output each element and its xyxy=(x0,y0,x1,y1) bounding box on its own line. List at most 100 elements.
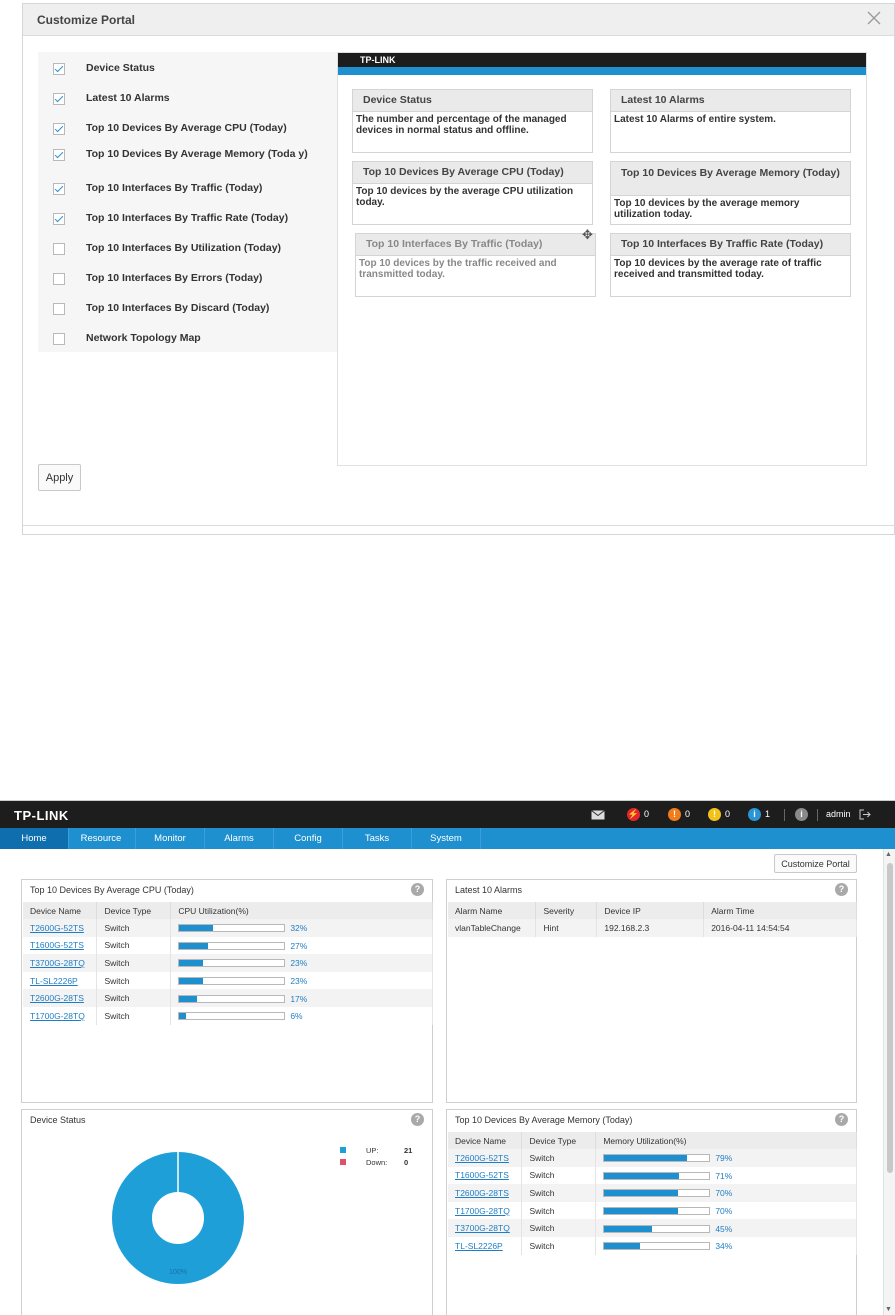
minor-alarm-icon[interactable]: ! xyxy=(708,808,721,821)
column-header[interactable]: Device Type xyxy=(96,902,172,919)
help-icon[interactable]: ? xyxy=(835,883,848,896)
utilization-bar xyxy=(603,1224,711,1233)
scroll-up-icon[interactable]: ▲ xyxy=(885,851,892,858)
device-link[interactable]: T1600G-52TS xyxy=(30,940,84,950)
table-row[interactable]: T3700G-28TQ Switch 45% xyxy=(448,1219,857,1237)
option-label: Top 10 Interfaces By Utilization (Today) xyxy=(86,242,282,254)
preview-card[interactable]: Device Status The number and percentage o… xyxy=(352,89,593,153)
table-row[interactable]: T2600G-28TS Switch 17% xyxy=(23,989,433,1007)
scroll-down-icon[interactable]: ▼ xyxy=(885,1306,892,1313)
option-checkbox[interactable] xyxy=(53,123,65,135)
utilization-cell: 17% xyxy=(170,989,433,1007)
scrollbar-thumb[interactable] xyxy=(887,863,893,1173)
alarm-table: Alarm Name Severity Device IP Alarm Time vla… xyxy=(448,902,857,937)
user-name[interactable]: admin xyxy=(826,809,851,819)
hint-alarm-icon[interactable]: i xyxy=(748,808,761,821)
table-row[interactable]: T1600G-52TS Switch 27% xyxy=(23,936,433,955)
device-link[interactable]: T1700G-28TQ xyxy=(455,1206,510,1216)
portal-option[interactable]: Latest 10 Alarms xyxy=(38,84,338,114)
option-checkbox[interactable] xyxy=(53,243,65,255)
portal-option[interactable]: Top 10 Interfaces By Traffic Rate (Today… xyxy=(38,204,338,234)
column-header[interactable]: Device IP xyxy=(596,902,705,919)
about-icon[interactable]: i xyxy=(795,808,808,821)
device-link[interactable]: T3700G-28TQ xyxy=(30,958,85,968)
option-checkbox[interactable] xyxy=(53,93,65,105)
table-row[interactable]: T2600G-52TS Switch 32% xyxy=(23,919,433,937)
table-row[interactable]: T2600G-52TS Switch 79% xyxy=(448,1149,857,1167)
help-icon[interactable]: ? xyxy=(835,1113,848,1126)
option-checkbox[interactable] xyxy=(53,149,65,161)
help-icon[interactable]: ? xyxy=(411,1113,424,1126)
device-type-cell: Switch xyxy=(521,1149,597,1167)
option-checkbox[interactable] xyxy=(53,333,65,345)
help-icon[interactable]: ? xyxy=(411,883,424,896)
nav-tab-alarms[interactable]: Alarms xyxy=(205,828,274,849)
nav-tab-home[interactable]: Home xyxy=(0,828,69,849)
option-checkbox[interactable] xyxy=(53,213,65,225)
device-link[interactable]: T2600G-28TS xyxy=(30,993,84,1003)
portal-option[interactable]: Top 10 Devices By Average Memory (Toda y… xyxy=(38,140,338,170)
device-link[interactable]: T3700G-28TQ xyxy=(455,1223,510,1233)
column-header[interactable]: Alarm Time xyxy=(703,902,857,919)
nav-tab-resource[interactable]: Resource xyxy=(67,828,136,849)
nav-tab-monitor[interactable]: Monitor xyxy=(136,828,205,849)
major-alarm-icon[interactable]: ! xyxy=(668,808,681,821)
preview-card[interactable]: Top 10 Devices By Average CPU (Today) Top… xyxy=(352,161,593,225)
customize-portal-button[interactable]: Customize Portal xyxy=(774,854,857,873)
device-link[interactable]: T2600G-52TS xyxy=(455,1153,509,1163)
table-row[interactable]: T2600G-28TS Switch 70% xyxy=(448,1184,857,1202)
apply-button[interactable]: Apply xyxy=(38,464,81,491)
critical-alarm-icon[interactable]: ⚡ xyxy=(627,808,640,821)
nav-tab-tasks[interactable]: Tasks xyxy=(343,828,412,849)
preview-card[interactable]: Top 10 Interfaces By Traffic (Today) Top … xyxy=(355,233,596,297)
column-header[interactable]: Device Type xyxy=(521,1132,597,1149)
utilization-bar xyxy=(178,924,286,933)
nav-tab-config[interactable]: Config xyxy=(274,828,343,849)
portal-option[interactable]: Top 10 Interfaces By Errors (Today) xyxy=(38,264,338,294)
card-description: Top 10 devices by the average CPU utiliz… xyxy=(356,186,574,208)
utilization-cell: 70% xyxy=(595,1184,857,1202)
portal-option[interactable]: Network Topology Map xyxy=(38,324,338,354)
portal-option[interactable]: Top 10 Interfaces By Traffic (Today) xyxy=(38,174,338,204)
mail-icon[interactable] xyxy=(591,810,605,820)
severity-cell: Hint xyxy=(535,919,598,937)
table-row[interactable]: T3700G-28TQ Switch 23% xyxy=(23,954,433,972)
close-icon[interactable] xyxy=(866,10,882,26)
portal-option[interactable]: Top 10 Interfaces By Discard (Today) xyxy=(38,294,338,324)
device-link[interactable]: T2600G-52TS xyxy=(30,923,84,933)
column-header[interactable]: Device Name xyxy=(448,1132,523,1149)
portal-option[interactable]: Device Status xyxy=(38,54,338,84)
preview-card[interactable]: Top 10 Devices By Average Memory (Today)… xyxy=(610,161,851,225)
option-checkbox[interactable] xyxy=(53,273,65,285)
option-checkbox[interactable] xyxy=(53,303,65,315)
column-header[interactable]: CPU Utilization(%) xyxy=(170,902,433,919)
column-header[interactable]: Device Name xyxy=(23,902,98,919)
table-header-row: Device Name Device Type CPU Utilization(%) xyxy=(23,902,433,919)
device-type-cell: Switch xyxy=(521,1219,597,1237)
table-row[interactable]: vlanTableChange Hint 192.168.2.3 2016-04-11… xyxy=(448,919,857,937)
table-row[interactable]: T1700G-28TQ Switch 6% xyxy=(23,1006,433,1025)
table-row[interactable]: TL-SL2226P Switch 34% xyxy=(448,1236,857,1255)
device-link[interactable]: T1600G-52TS xyxy=(455,1170,509,1180)
device-link[interactable]: T1700G-28TQ xyxy=(30,1011,85,1021)
option-checkbox[interactable] xyxy=(53,63,65,75)
portal-option[interactable]: Top 10 Interfaces By Utilization (Today) xyxy=(38,234,338,264)
panel-title: Latest 10 Alarms xyxy=(455,885,523,895)
device-link[interactable]: TL-SL2226P xyxy=(30,976,78,986)
page-scrollbar[interactable]: ▲ ▼ xyxy=(883,849,895,1315)
preview-card[interactable]: Top 10 Interfaces By Traffic Rate (Today… xyxy=(610,233,851,297)
column-header[interactable]: Alarm Name xyxy=(448,902,537,919)
column-header[interactable]: Severity xyxy=(535,902,598,919)
table-row[interactable]: T1700G-28TQ Switch 70% xyxy=(448,1201,857,1220)
table-row[interactable]: TL-SL2226P Switch 23% xyxy=(23,971,433,990)
utilization-bar xyxy=(178,994,286,1003)
option-checkbox[interactable] xyxy=(53,183,65,195)
option-label: Top 10 Interfaces By Discard (Today) xyxy=(86,302,270,314)
logout-icon[interactable] xyxy=(859,809,871,820)
device-link[interactable]: TL-SL2226P xyxy=(455,1241,503,1251)
table-row[interactable]: T1600G-52TS Switch 71% xyxy=(448,1166,857,1185)
nav-tab-system[interactable]: System xyxy=(412,828,481,849)
column-header[interactable]: Memory Utilization(%) xyxy=(595,1132,857,1149)
preview-card[interactable]: Latest 10 Alarms Latest 10 Alarms of enti… xyxy=(610,89,851,153)
device-link[interactable]: T2600G-28TS xyxy=(455,1188,509,1198)
